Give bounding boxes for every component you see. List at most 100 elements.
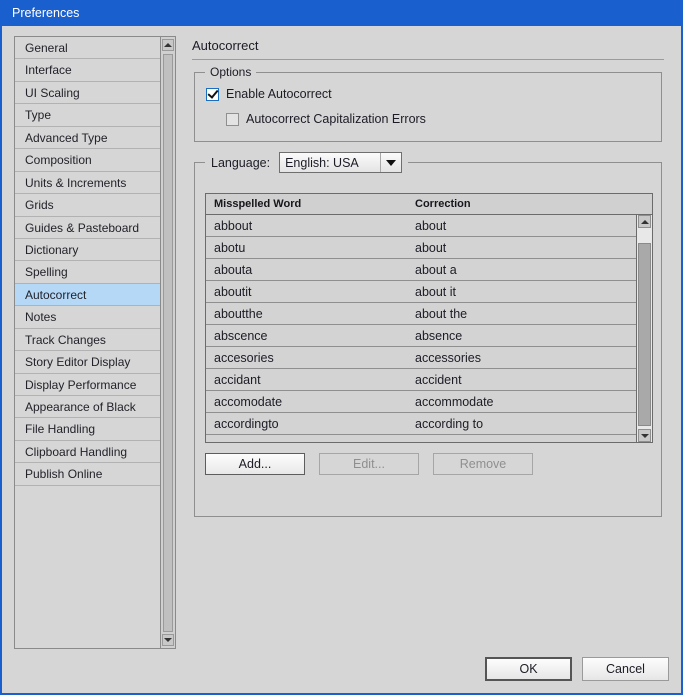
add-button[interactable]: Add... [205,453,305,475]
cell-correction: about [415,240,447,255]
cancel-button[interactable]: Cancel [582,657,669,681]
table-row[interactable]: accomodate accommodate [206,391,636,413]
sidebar-item-units-increments[interactable]: Units & Increments [15,172,174,195]
sidebar-item-spelling[interactable]: Spelling [15,261,174,284]
sidebar-item-label: General [25,41,68,55]
page-title: Autocorrect [192,38,664,60]
cell-correction: accommodate [415,394,494,409]
sidebar-item-label: UI Scaling [25,85,80,100]
table-body[interactable]: abbout about abotu about abouta about a abouti… [206,215,636,442]
table-row[interactable]: aboutthe about the [206,303,636,325]
enable-autocorrect-row[interactable]: Enable Autocorrect [206,86,332,101]
cell-misspelled-word: accordingto [214,416,279,431]
sidebar-item-file-handling[interactable]: File Handling [15,418,174,441]
sidebar-item-display-performance[interactable]: Display Performance [15,374,174,396]
sidebar-item-label: Grids [25,198,54,213]
table-row[interactable]: abotu about [206,237,636,259]
sidebar-item-track-changes[interactable]: Track Changes [15,329,174,352]
table-row[interactable]: accrossacross [206,435,636,442]
table-row[interactable]: abscence absence [206,325,636,347]
cell-misspelled-word: aboutthe [214,306,263,321]
table-row[interactable]: aboutit about it [206,281,636,303]
table-row[interactable]: accordingto according to [206,413,636,435]
sidebar-item-label: Notes [25,310,57,325]
checkmark-icon [207,86,219,99]
cell-correction: about [415,218,447,233]
sidebar-item-dictionary[interactable]: Dictionary [15,239,174,262]
category-list[interactable]: General Interface UI Scaling Type Advanced T… [14,36,174,649]
sidebar-item-publish-online[interactable]: Publish Online [15,463,174,486]
sidebar-item-appearance-of-black[interactable]: Appearance of Black [15,396,174,419]
table-header-row: Misspelled Word Correction [206,194,652,215]
cell-correction: about the [415,306,468,321]
cell-correction: about a [415,262,457,277]
scrollbar-thumb[interactable] [163,54,173,632]
chevron-down-icon [386,159,397,166]
sidebar-item-grids[interactable]: Grids [15,194,174,217]
sidebar-item-type[interactable]: Type [15,104,174,127]
cell-misspelled-word: abouta [214,262,253,277]
cell-correction: according to [415,416,484,431]
column-header-misspelled-word: Misspelled Word [214,198,302,210]
table-scroll-up-button[interactable] [638,215,651,228]
ok-button[interactable]: OK [485,657,572,681]
sidebar-item-label: Track Changes [25,332,106,347]
table-scrollbar-thumb[interactable] [638,243,651,426]
cell-misspelled-word: accidant [214,372,261,387]
dialog-footer: OK Cancel [485,657,669,681]
table-row[interactable]: accesories accessories [206,347,636,369]
sidebar-item-label: Guides & Pasteboard [25,220,140,235]
sidebar-item-advanced-type[interactable]: Advanced Type [15,127,174,150]
sidebar-item-general[interactable]: General [15,37,174,60]
sidebar-item-label: Units & Increments [25,175,127,190]
cell-misspelled-word: accomodate [214,394,283,409]
column-header-correction: Correction [415,198,471,210]
category-list-scrollbar[interactable] [160,36,176,649]
preferences-dialog: Preferences General Interface UI Scaling Ty… [0,0,683,695]
options-group: Options Enable Autocorrect Autocorrect C… [194,65,662,142]
capitalization-errors-checkbox[interactable] [226,112,239,126]
language-group: Language: English: USA Misspelled Word C… [194,152,662,517]
cell-misspelled-word: aboutit [214,284,252,299]
table-row[interactable]: abouta about a [206,259,636,281]
autocorrect-table[interactable]: Misspelled Word Correction abbout about ab… [205,193,653,443]
language-dropdown-button[interactable] [380,153,401,172]
scroll-down-button[interactable] [162,634,174,646]
enable-autocorrect-label: Enable Autocorrect [226,87,332,101]
sidebar-item-composition[interactable]: Composition [15,149,174,172]
cell-correction: accident [415,372,462,387]
sidebar-item-label: Publish Online [25,467,103,482]
sidebar-item-label: Clipboard Handling [25,444,128,459]
sidebar-item-label: Advanced Type [25,130,108,145]
sidebar-item-notes[interactable]: Notes [15,306,174,329]
capitalization-errors-row[interactable]: Autocorrect Capitalization Errors [226,112,426,126]
sidebar-item-interface[interactable]: Interface [15,59,174,82]
table-action-buttons: Add... Edit... Remove [205,453,533,475]
table-scroll-down-button[interactable] [638,429,651,442]
cell-correction: across [411,439,636,443]
sidebar-item-label: Appearance of Black [25,400,136,414]
sidebar-item-label: Spelling [25,265,68,280]
language-selected-value: English: USA [285,155,359,170]
cell-misspelled-word: accesories [214,350,274,365]
language-label: Language: [211,155,271,170]
language-select[interactable]: English: USA [279,152,403,173]
sidebar-item-story-editor-display[interactable]: Story Editor Display [15,351,174,374]
triangle-down-icon [640,433,649,438]
sidebar-item-label: Autocorrect [25,287,87,302]
sidebar-item-autocorrect[interactable]: Autocorrect [15,283,174,307]
scroll-up-button[interactable] [162,39,174,51]
table-row[interactable]: abbout about [206,215,636,237]
table-scrollbar[interactable] [636,215,652,442]
table-row[interactable]: accidant accident [206,369,636,391]
edit-button: Edit... [319,453,419,475]
sidebar-item-ui-scaling[interactable]: UI Scaling [15,82,174,105]
sidebar-item-clipboard-handling[interactable]: Clipboard Handling [15,441,174,464]
window-title: Preferences [12,6,80,20]
cell-correction: accessories [415,350,481,365]
cell-misspelled-word: accross [206,439,411,443]
title-bar: Preferences [2,0,681,26]
language-header: Language: English: USA [205,152,409,173]
sidebar-item-guides-pasteboard[interactable]: Guides & Pasteboard [15,217,174,239]
enable-autocorrect-checkbox[interactable] [206,86,219,101]
